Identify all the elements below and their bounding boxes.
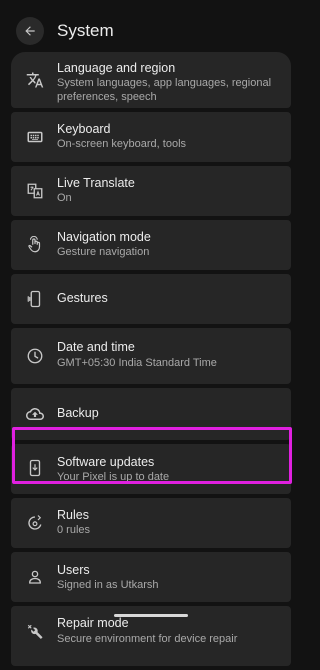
settings-item-date-and-time[interactable]: Date and time GMT+05:30 India Standard T… <box>11 328 291 384</box>
item-title: Live Translate <box>57 176 135 190</box>
item-title: Gestures <box>57 291 108 305</box>
item-subtitle: Your Pixel is up to date <box>57 471 170 483</box>
item-title: Keyboard <box>57 122 111 136</box>
item-subtitle: On <box>57 192 72 204</box>
item-title: Repair mode <box>57 616 129 630</box>
back-button[interactable] <box>16 17 44 45</box>
phone-gesture-icon <box>25 289 45 309</box>
settings-item-rules[interactable]: Rules 0 rules <box>11 498 291 548</box>
item-title: Navigation mode <box>57 230 151 244</box>
settings-item-backup[interactable]: Backup <box>11 388 291 440</box>
clock-icon <box>25 346 45 366</box>
cloud-upload-icon <box>25 404 45 424</box>
item-subtitle: Gesture navigation <box>57 246 150 258</box>
item-title: Date and time <box>57 340 135 354</box>
settings-item-live-translate[interactable]: Live Translate On <box>11 166 291 216</box>
live-translate-icon <box>25 181 45 201</box>
item-title: Rules <box>57 508 89 522</box>
item-subtitle: 0 rules <box>57 524 91 536</box>
settings-item-software-updates[interactable]: Software updates Your Pixel is up to dat… <box>11 444 291 494</box>
translate-icon <box>25 70 45 90</box>
item-title: Software updates <box>57 455 155 469</box>
item-title: Language and region <box>57 61 176 75</box>
settings-item-keyboard[interactable]: Keyboard On-screen keyboard, tools <box>11 112 291 162</box>
keyboard-icon <box>25 127 45 147</box>
item-subtitle: Signed in as Utkarsh <box>57 579 159 591</box>
settings-list: Language and region System languages, ap… <box>11 52 291 670</box>
settings-item-users[interactable]: Users Signed in as Utkarsh <box>11 552 291 602</box>
repair-tools-icon <box>25 622 45 642</box>
item-subtitle: GMT+05:30 India Standard Time <box>57 357 217 369</box>
settings-item-language-and-region[interactable]: Language and region System languages, ap… <box>11 52 291 108</box>
system-update-icon <box>25 458 45 478</box>
settings-item-gestures[interactable]: Gestures <box>11 274 291 324</box>
person-icon <box>25 567 45 587</box>
item-subtitle: System languages, app languages, regiona… <box>57 77 272 103</box>
item-subtitle: On-screen keyboard, tools <box>57 138 187 150</box>
page-title: System <box>57 21 114 40</box>
gesture-handle[interactable] <box>114 614 188 617</box>
gesture-hand-icon <box>25 235 45 255</box>
arrow-left-icon <box>23 24 37 38</box>
item-title: Users <box>57 563 90 577</box>
app-bar: System <box>0 0 302 52</box>
item-title: Backup <box>57 406 99 420</box>
item-subtitle: Secure environment for device repair <box>57 633 238 645</box>
rules-icon <box>25 513 45 533</box>
settings-item-navigation-mode[interactable]: Navigation mode Gesture navigation <box>11 220 291 270</box>
